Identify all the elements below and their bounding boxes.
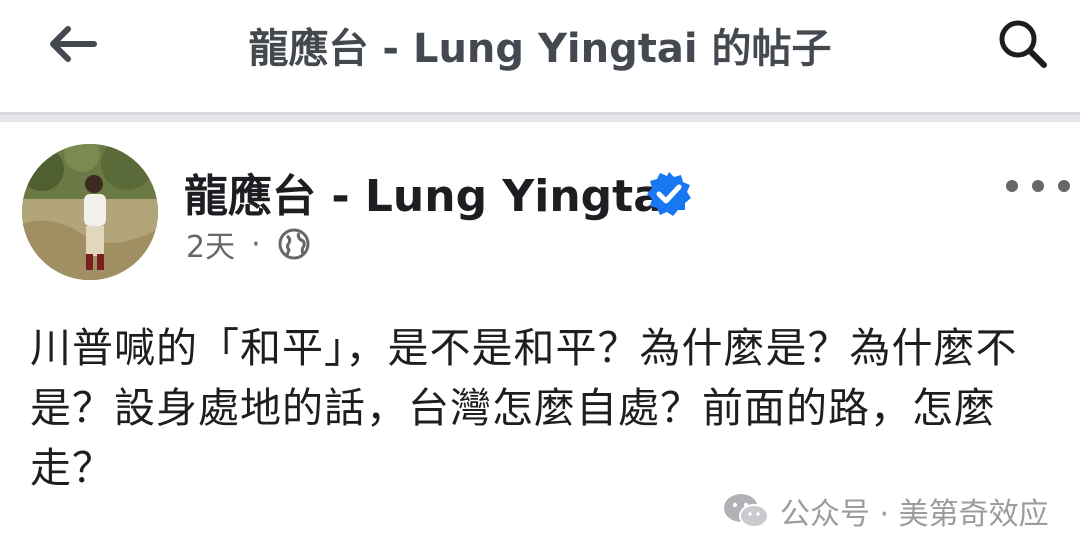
verified-badge-icon (647, 172, 691, 216)
header-divider (0, 112, 1080, 122)
more-options-button[interactable] (1006, 172, 1070, 200)
avatar-photo (22, 144, 158, 280)
meta-separator: · (251, 226, 261, 262)
globe-icon[interactable] (277, 227, 311, 261)
search-icon (999, 20, 1047, 68)
author-name[interactable]: 龍應台 - Lung Yingtai (184, 160, 678, 222)
watermark: 公众号 · 美第奇效应 (722, 486, 1049, 536)
post-card: 龍應台 - Lung Yingtai 2天 · 川普喊的「和平」，是不是和平？為… (0, 122, 1080, 554)
more-dot (1058, 180, 1070, 192)
avatar[interactable] (22, 144, 158, 280)
page-title: 龍應台 - Lung Yingtai 的帖子 (248, 26, 832, 72)
watermark-text: 公众号 · 美第奇效应 (780, 497, 1049, 532)
post-page: 龍應台 - Lung Yingtai 的帖子 龍應台 - Lung Yingta… (0, 0, 1080, 554)
post-text: 川普喊的「和平」，是不是和平？為什麼是？為什麼不是？設身處地的話，台灣怎麼自處？… (30, 324, 1018, 492)
search-button[interactable] (990, 14, 1056, 74)
back-button[interactable] (40, 20, 104, 68)
more-dot (1032, 180, 1044, 192)
wechat-icon (724, 494, 769, 528)
top-bar: 龍應台 - Lung Yingtai 的帖子 (0, 0, 1080, 112)
back-arrow-icon (50, 26, 97, 62)
post-timestamp[interactable]: 2天 (186, 222, 235, 266)
post-meta: 2天 · (186, 222, 311, 266)
more-dots-icon (1006, 180, 1018, 192)
